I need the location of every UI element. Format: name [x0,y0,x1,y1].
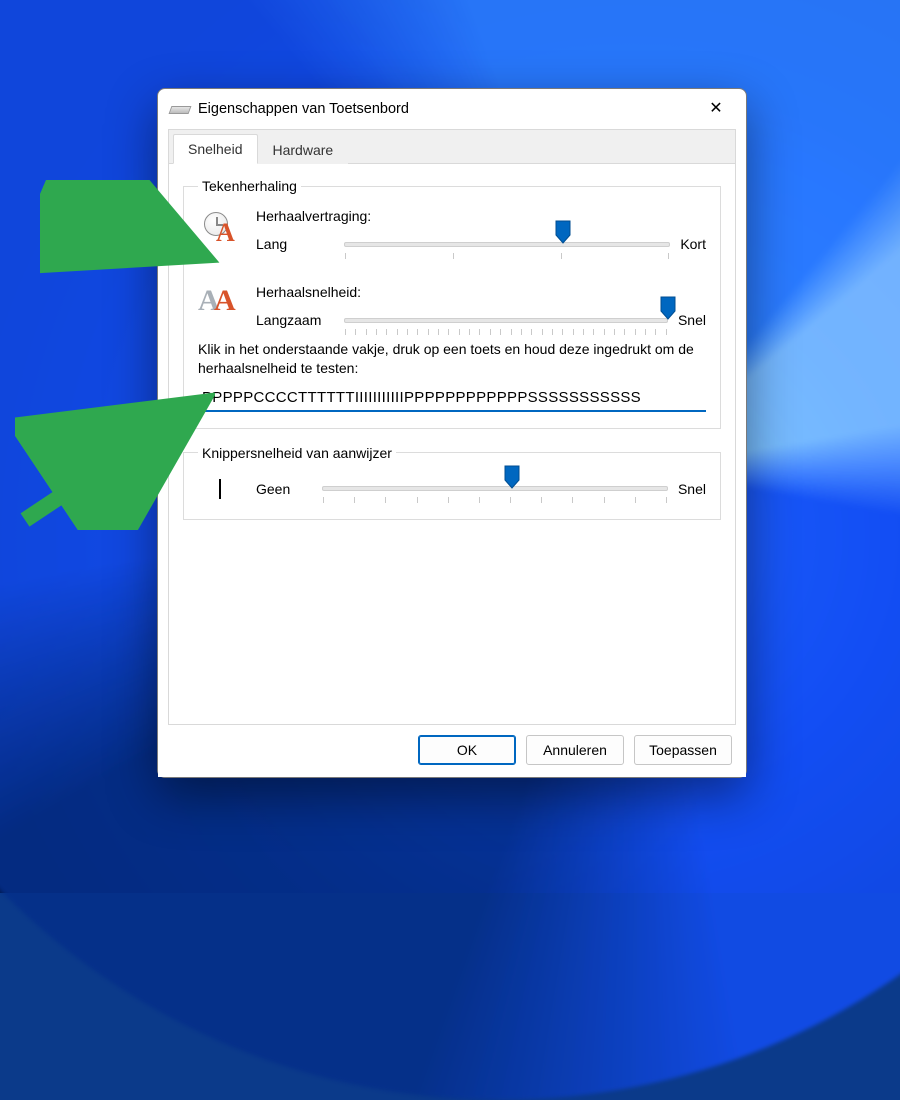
dialog-button-row: OK Annuleren Toepassen [168,725,736,769]
close-button[interactable]: ✕ [694,94,738,124]
group-cursor-blink: Knippersnelheid van aanwijzer Geen [183,445,721,520]
tab-speed[interactable]: Snelheid [173,134,258,164]
repeat-rate-slider[interactable] [344,306,668,334]
tab-strip: Snelheid Hardware [168,129,736,163]
cursor-blink-min-label: Geen [256,481,312,497]
repeat-delay-label: Herhaalvertraging: [256,208,706,224]
repeat-test-input[interactable] [198,386,706,412]
close-icon: ✕ [709,101,722,117]
titlebar: Eigenschappen van Toetsenbord ✕ [158,89,746,129]
repeat-rate-label: Herhaalsnelheid: [256,284,706,300]
group-cursor-blink-legend: Knippersnelheid van aanwijzer [198,445,396,461]
group-character-repeat-legend: Tekenherhaling [198,178,301,194]
keyboard-icon [170,102,190,116]
repeat-delay-max-label: Kort [680,236,706,252]
tab-panel-speed: Tekenherhaling A Herhaalvertraging: Lang [168,163,736,725]
repeat-delay-slider[interactable] [344,230,670,258]
repeat-rate-icon: AA [198,286,242,320]
tab-hardware[interactable]: Hardware [258,135,349,164]
repeat-rate-min-label: Langzaam [256,312,334,328]
group-character-repeat: Tekenherhaling A Herhaalvertraging: Lang [183,178,721,429]
cursor-blink-slider[interactable] [322,475,668,503]
window-title: Eigenschappen van Toetsenbord [198,101,694,117]
cancel-button[interactable]: Annuleren [526,735,624,765]
repeat-delay-min-label: Lang [256,236,334,252]
keyboard-properties-dialog: Eigenschappen van Toetsenbord ✕ Snelheid… [157,88,747,778]
repeat-test-help: Klik in het onderstaande vakje, druk op … [198,340,706,378]
apply-button[interactable]: Toepassen [634,735,732,765]
repeat-delay-icon: A [202,210,238,246]
cursor-blink-max-label: Snel [678,481,706,497]
ok-button[interactable]: OK [418,735,516,765]
repeat-rate-max-label: Snel [678,312,706,328]
cursor-blink-preview [198,479,242,499]
